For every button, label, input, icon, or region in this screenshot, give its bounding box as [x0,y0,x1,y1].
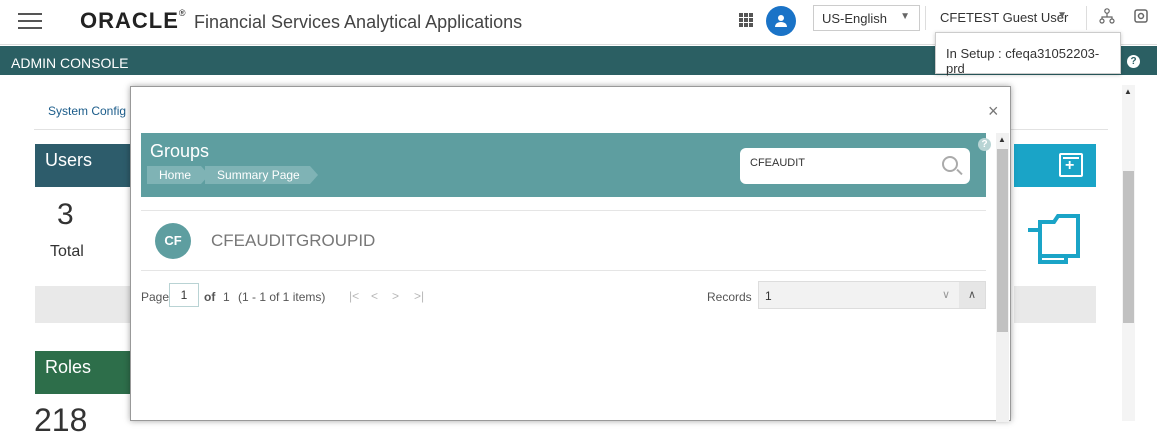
records-select[interactable]: 1 ∨ ∧ [758,281,986,309]
setup-tooltip-text: In Setup : cfeqa31052203-prd [946,46,1100,76]
breadcrumb-home[interactable]: Home [147,166,210,184]
pagination-bar: Page 1 of 1 (1 - 1 of 1 items) |< < > >|… [141,281,986,311]
language-value: US-English [822,11,888,26]
chevron-down-icon: ▼ [1057,10,1067,21]
search-icon[interactable] [942,156,958,172]
groups-header: Groups Home Summary Page CFEAUDIT ? [141,133,991,197]
chevron-down-icon[interactable]: ∨ [933,282,959,308]
app-title: Financial Services Analytical Applicatio… [193,12,523,32]
admin-console-title: ADMIN CONSOLE [11,55,129,71]
help-icon[interactable]: ? [978,138,991,151]
search-input[interactable]: CFEAUDIT [740,148,970,184]
registered-mark: ® [178,8,186,18]
records-label: Records [707,290,752,304]
right-card-header[interactable] [1014,144,1096,187]
user-name: CFETEST Guest User [940,10,1069,25]
divider [925,6,926,30]
group-avatar: CF [155,223,191,259]
chevron-down-icon: ▼ [900,11,910,22]
help-icon[interactable]: ? [1127,55,1140,68]
scroll-up-icon[interactable]: ▲ [1124,87,1132,96]
page-number-input[interactable]: 1 [169,283,199,307]
scroll-up-icon[interactable]: ▲ [998,135,1006,144]
page-scrollbar[interactable]: ▲ [1122,85,1135,421]
users-count: 3 [57,198,74,231]
items-range: (1 - 1 of 1 items) [238,290,326,304]
scrollbar-thumb[interactable] [1123,171,1134,323]
roles-card-header[interactable]: Roles [35,351,131,394]
add-calendar-icon[interactable] [1059,153,1083,177]
system-config-tab[interactable]: System Config [48,104,126,118]
setup-tooltip: In Setup : cfeqa31052203-prd [935,32,1121,76]
setup-hierarchy-icon[interactable] [1098,8,1116,26]
app-grid-icon[interactable] [739,13,753,27]
scrollbar-thumb[interactable] [997,149,1008,332]
last-page-icon[interactable]: >| [414,289,424,303]
breadcrumb: Home Summary Page [147,166,318,184]
page-label: Page [141,290,170,304]
breadcrumb-summary-page[interactable]: Summary Page [205,166,318,184]
language-select[interactable]: US-English ▼ [813,5,920,31]
previous-page-icon[interactable]: < [371,289,378,303]
chevron-up-icon[interactable]: ∧ [959,282,985,308]
oracle-logo-text: ORACLE [80,8,179,33]
divider [141,270,986,271]
of-label: of [204,290,216,304]
modal-scrollbar[interactable]: ▲ [996,133,1009,422]
groups-title: Groups [150,141,210,161]
brand-logo: ORACLE® Financial Services Analytical Ap… [80,8,522,36]
close-icon[interactable]: × [988,101,999,122]
folders-icon [1028,214,1080,264]
user-profile-icon[interactable] [766,6,796,36]
users-card-title: Users [45,150,93,170]
groups-modal: × Groups Home Summary Page CFEAUDIT ? ▲ … [130,86,1011,422]
user-menu-button[interactable]: CFETEST Guest User ▼ [933,5,1076,31]
roles-card-title: Roles [45,357,92,377]
window-icon[interactable] [1132,8,1150,26]
right-card-footer [1014,286,1096,323]
next-page-icon[interactable]: > [392,289,399,303]
total-pages: 1 [223,290,230,304]
users-card-footer [35,286,131,323]
group-id-link[interactable]: CFEAUDITGROUPID [211,231,375,251]
divider [1086,6,1087,30]
users-card-header[interactable]: Users [35,144,131,187]
first-page-icon[interactable]: |< [349,289,359,303]
search-value: CFEAUDIT [750,157,805,169]
records-value: 1 [765,289,772,303]
divider [141,210,986,211]
users-total-label: Total [50,243,84,260]
hamburger-menu-icon[interactable] [18,13,42,31]
